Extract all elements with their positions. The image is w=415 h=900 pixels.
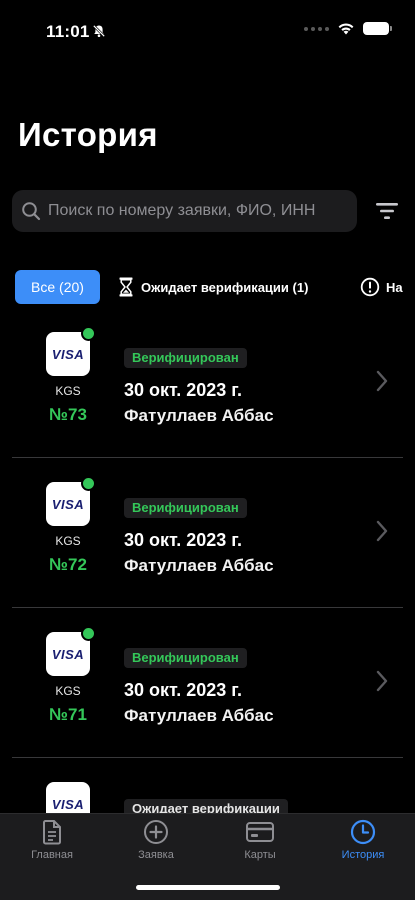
filter-chip-rejected[interactable]: На [360,270,403,304]
home-indicator[interactable] [136,885,280,890]
visa-card-icon: VISA [46,782,90,813]
visa-logo: VISA [51,496,85,512]
visa-card-icon: VISA [46,476,96,526]
applicant-name: Фатуллаев Аббас [124,556,274,575]
application-number: №72 [49,555,87,574]
bell-off-icon [92,24,106,38]
history-screen: 11:01 История Поиск по номеру заявки, ФИ… [0,0,415,900]
currency-label: KGS [55,534,81,548]
application-date: 30 окт. 2023 г. [124,680,243,700]
search-input[interactable] [48,202,357,220]
status-bar: 11:01 [0,0,415,60]
status-badge: Верифицирован [124,648,247,668]
search-icon [22,202,41,221]
status-dot [81,476,96,491]
status-badge: Ожидает верификации [124,799,288,813]
list-item[interactable]: VISA KGS №71 Верифицирован 30 окт. 2023 … [0,608,415,758]
filter-chip-rejected-label: На [386,279,403,295]
applications-list: VISA KGS №73 Верифицирован 30 окт. 2023 … [0,308,415,813]
filter-chip-pending-label: Ожидает верификации (1) [141,279,309,295]
application-number: №71 [49,705,87,724]
currency-label: KGS [55,684,81,698]
filter-chip-pending[interactable]: Ожидает верификации (1) [119,270,308,304]
applicant-name: Фатуллаев Аббас [124,706,274,725]
status-time: 11:01 [46,22,90,41]
exclamation-circle-icon [360,277,380,297]
list-item[interactable]: VISA KGS №73 Верифицирован 30 окт. 2023 … [0,308,415,458]
application-number: №73 [49,405,87,424]
applicant-name: Фатуллаев Аббас [124,406,274,425]
visa-card-icon: VISA [46,626,96,676]
list-item[interactable]: VISA Ожидает верификации [0,758,415,813]
plus-circle-icon [144,820,168,844]
tab-home-label: Главная [31,849,73,861]
visa-logo: VISA [51,346,85,362]
battery-icon [363,22,392,35]
tab-cards-label: Карты [244,849,276,861]
currency-label: KGS [55,384,81,398]
clock-icon [350,819,376,845]
tab-application[interactable]: Заявка [111,814,201,874]
tab-cards[interactable]: Карты [215,814,305,874]
hourglass-icon [119,277,133,297]
tab-home[interactable]: Главная [7,814,97,874]
list-item[interactable]: VISA KGS №72 Верифицирован 30 окт. 2023 … [0,458,415,608]
chevron-right-icon [376,670,388,692]
visa-logo: VISA [51,646,85,662]
chevron-right-icon [376,520,388,542]
visa-card-icon: VISA [46,326,96,376]
application-date: 30 окт. 2023 г. [124,530,243,550]
card-icon [246,822,274,842]
visa-logo: VISA [51,796,85,812]
filter-chip-all[interactable]: Все (20) [15,270,100,304]
page-title: История [18,116,158,153]
status-badge: Верифицирован [124,498,247,518]
signal-icon [304,26,329,31]
application-date: 30 окт. 2023 г. [124,380,243,400]
search-bar[interactable] [12,190,357,232]
chevron-right-icon [376,370,388,392]
filter-icon[interactable] [376,201,398,221]
document-icon [43,820,61,845]
filter-chips: Все (20) Ожидает верификации (1) На [15,270,415,304]
status-dot [81,626,96,641]
tab-history-label: История [341,849,385,861]
tab-history[interactable]: История [318,814,408,874]
status-badge: Верифицирован [124,348,247,368]
tab-application-label: Заявка [138,849,174,861]
wifi-icon [338,23,354,35]
status-dot [81,326,96,341]
